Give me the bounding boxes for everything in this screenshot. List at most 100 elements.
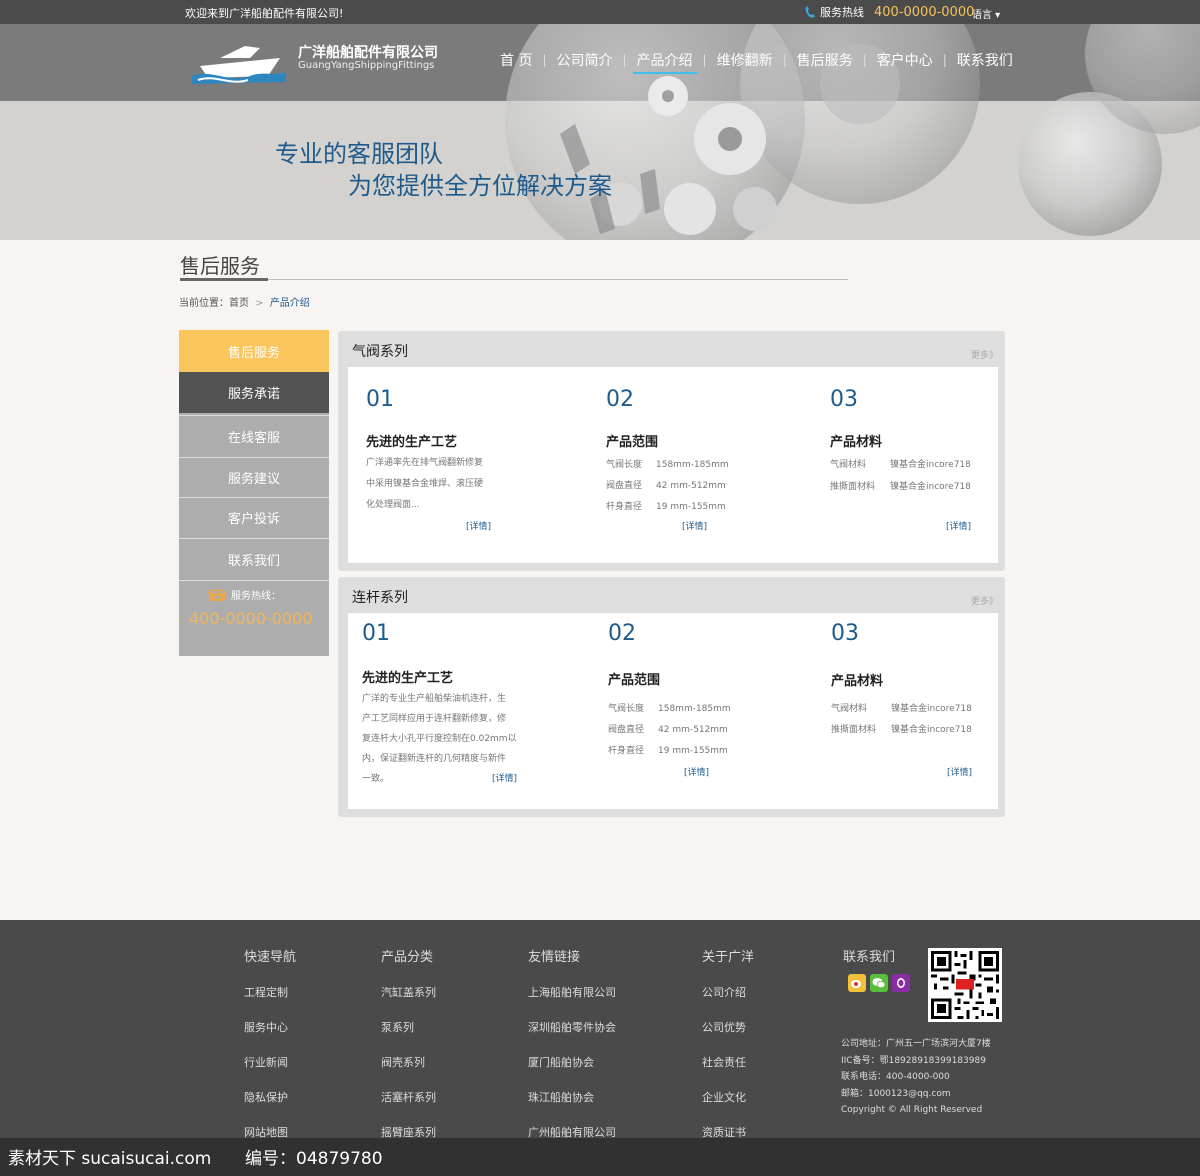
footer-link[interactable]: 泵系列 xyxy=(381,1019,436,1035)
main-nav: 首 页 | 公司简介 | 产品介绍 | 维修翻新 | 售后服务 | 客户中心 |… xyxy=(490,50,1023,74)
feature-text-line: 广洋的专业生产船舶柴油机连杆，生 xyxy=(362,694,507,704)
detail-link[interactable]: [详情] xyxy=(684,765,709,778)
panel-title: 气阀系列 xyxy=(352,344,408,360)
footer-link[interactable]: 社会责任 xyxy=(702,1054,754,1070)
sidebar-item-complaints[interactable]: 客户投诉 xyxy=(179,497,329,537)
nav-item-about[interactable]: 公司简介 xyxy=(547,50,623,70)
breadcrumb-current: 产品介绍 xyxy=(269,298,310,309)
page-title: 售后服务 xyxy=(180,254,260,278)
breadcrumb-arrow-icon: > xyxy=(255,298,264,309)
feature-text-line: 产工艺同样应用于连杆翻新修复，修 xyxy=(362,714,507,724)
footer-heading: 友情链接 xyxy=(528,950,581,965)
footer-column-contact: 联系我们 xyxy=(843,946,895,965)
language-dropdown[interactable]: 语言 ▾ xyxy=(972,6,1000,21)
feature-column: 02 产品范围 气阀长度 158mm-185mm 阀盘直径 42 mm-512mm … xyxy=(608,621,731,778)
more-link[interactable]: 更多》 xyxy=(971,594,998,607)
watermark-bar: 素材天下 sucaisucai.com 编号：04879780 xyxy=(0,1138,1200,1176)
footer-link[interactable]: 珠江船舶协会 xyxy=(528,1089,616,1105)
footer-link[interactable]: 隐私保护 xyxy=(244,1089,296,1105)
feature-text-line: 化处理阀面... xyxy=(366,500,420,510)
sidebar-hotline-label: 服务热线： xyxy=(231,591,281,602)
nav-item-home[interactable]: 首 页 xyxy=(490,50,542,70)
qq-icon[interactable] xyxy=(892,974,910,992)
watermark-site: 素材天下 sucaisucai.com xyxy=(8,1149,212,1169)
telephone-icon xyxy=(207,589,227,601)
spec-row: 气阀材料 镍基合金incore718 xyxy=(831,704,972,714)
sidebar-item-contact[interactable]: 联系我们 xyxy=(179,538,329,580)
qr-code xyxy=(928,948,1002,1022)
footer-link[interactable]: 厦门船舶协会 xyxy=(528,1054,616,1070)
spec-row: 推撕面材料 镍基合金incore718 xyxy=(830,482,971,492)
social-icons xyxy=(848,974,910,992)
feature-column: 02 产品范围 气阀长度 158mm-185mm 阀盘直径 42 mm-512mm … xyxy=(606,387,729,532)
sidebar: 售后服务 服务承诺 在线客服 服务建议 客户投诉 联系我们 服务热线： 400-… xyxy=(179,330,329,656)
feature-heading: 先进的生产工艺 xyxy=(366,435,458,450)
feature-heading: 产品范围 xyxy=(608,673,661,688)
footer-link[interactable]: 汽缸盖系列 xyxy=(381,984,436,1000)
panel-body: 01 先进的生产工艺 广洋的专业生产船舶柴油机连杆，生 产工艺同样应用于连杆翻新… xyxy=(348,613,998,809)
wechat-icon[interactable] xyxy=(870,974,888,992)
ship-logo-icon xyxy=(192,46,286,84)
feature-heading: 先进的生产工艺 xyxy=(362,671,454,686)
feature-column: 01 先进的生产工艺 广洋通率先在排气阀翻新修复 中采用镍基合金堆焊、滚压硬 化… xyxy=(366,387,491,532)
spec-row: 杆身直径 19 mm-155mm xyxy=(608,746,728,756)
detail-link[interactable]: [详情] xyxy=(682,519,707,532)
nav-item-products[interactable]: 产品介绍 xyxy=(627,50,703,74)
footer-link[interactable]: 深圳船舶零件协会 xyxy=(528,1019,616,1035)
nav-item-customer[interactable]: 客户中心 xyxy=(867,50,943,70)
feature-text-line: 复连杆大小孔平行度控制在0.02mm以 xyxy=(362,734,517,744)
feature-text-line: 广洋通率先在排气阀翻新修复 xyxy=(366,458,484,468)
footer-email: 邮箱：1000123@qq.com xyxy=(841,1088,951,1099)
footer-link[interactable]: 工程定制 xyxy=(244,984,296,1000)
panel-body: 01 先进的生产工艺 广洋通率先在排气阀翻新修复 中采用镍基合金堆焊、滚压硬 化… xyxy=(348,367,998,563)
footer-link[interactable]: 阀壳系列 xyxy=(381,1054,436,1070)
sidebar-item-suggestions[interactable]: 服务建议 xyxy=(179,457,329,497)
company-logo[interactable]: 广洋船舶配件有限公司 GuangYangShippingFittings xyxy=(190,36,460,86)
panel-title: 连杆系列 xyxy=(352,590,408,606)
footer-link[interactable]: 服务中心 xyxy=(244,1019,296,1035)
breadcrumb-home[interactable]: 首页 xyxy=(229,298,249,309)
topbar-hotline: 服务热线 400-0000-0000 xyxy=(804,4,974,20)
spec-row: 阀盘直径 42 mm-512mm xyxy=(606,481,726,491)
product-panel-valve: 气阀系列 更多》 01 先进的生产工艺 广洋通率先在排气阀翻新修复 中采用镍基合… xyxy=(338,331,1005,571)
feature-column: 03 产品材料 气阀材料 镍基合金incore718 推撕面材料 镍基合金incor… xyxy=(831,621,972,778)
footer-link[interactable]: 行业新闻 xyxy=(244,1054,296,1070)
footer-address: 公司地址：广州五一广场滨河大厦7楼 xyxy=(841,1039,991,1049)
feature-number: 02 xyxy=(608,621,636,646)
watermark-id: 编号：04879780 xyxy=(245,1149,383,1169)
spec-row: 杆身直径 19 mm-155mm xyxy=(606,502,726,512)
logo-name-en: GuangYangShippingFittings xyxy=(298,60,435,71)
feature-number: 02 xyxy=(606,387,634,412)
detail-link[interactable]: [详情] xyxy=(466,519,491,532)
nav-item-repair[interactable]: 维修翻新 xyxy=(707,50,783,70)
detail-link[interactable]: [详情] xyxy=(946,519,971,532)
footer-link[interactable]: 活塞杆系列 xyxy=(381,1089,436,1105)
more-link[interactable]: 更多》 xyxy=(971,348,998,361)
feature-number: 03 xyxy=(830,387,858,412)
sidebar-hotline: 服务热线： 400-0000-0000 xyxy=(179,580,329,628)
footer-link[interactable]: 公司优势 xyxy=(702,1019,754,1035)
footer-link[interactable]: 上海船舶有限公司 xyxy=(528,984,616,1000)
feature-column: 03 产品材料 气阀材料 镍基合金incore718 推撕面材料 镍基合金incor… xyxy=(830,387,971,532)
footer-link[interactable]: 公司介绍 xyxy=(702,984,754,1000)
detail-link[interactable]: [详情] xyxy=(947,765,972,778)
sidebar-item-online-service[interactable]: 在线客服 xyxy=(179,415,329,456)
nav-item-contact[interactable]: 联系我们 xyxy=(947,50,1023,70)
weibo-icon[interactable] xyxy=(848,974,866,992)
sidebar-item-commitment[interactable]: 服务承诺 xyxy=(179,372,329,413)
phone-icon xyxy=(805,6,815,18)
footer-column-quick-nav: 快速导航 工程定制 服务中心 行业新闻 隐私保护 网站地图 xyxy=(244,946,296,1140)
feature-text-line: 中采用镍基合金堆焊、滚压硬 xyxy=(366,479,484,489)
breadcrumb: 当前位置：首页 > 产品介绍 xyxy=(179,294,310,309)
breadcrumb-label: 当前位置： xyxy=(179,298,229,309)
detail-link[interactable]: [详情] xyxy=(492,771,517,784)
nav-item-after-sales[interactable]: 售后服务 xyxy=(787,50,863,70)
spec-row: 气阀材料 镍基合金incore718 xyxy=(830,460,971,470)
spec-row: 推撕面材料 镍基合金incore718 xyxy=(831,725,972,735)
hotline-label: 服务热线 xyxy=(820,6,864,19)
feature-number: 01 xyxy=(362,621,390,646)
product-panel-rod: 连杆系列 更多》 01 先进的生产工艺 广洋的专业生产船舶柴油机连杆，生 产工艺… xyxy=(338,577,1005,817)
sidebar-item-after-sales[interactable]: 售后服务 xyxy=(179,330,329,372)
feature-heading: 产品材料 xyxy=(831,674,884,689)
footer-link[interactable]: 企业文化 xyxy=(702,1089,754,1105)
